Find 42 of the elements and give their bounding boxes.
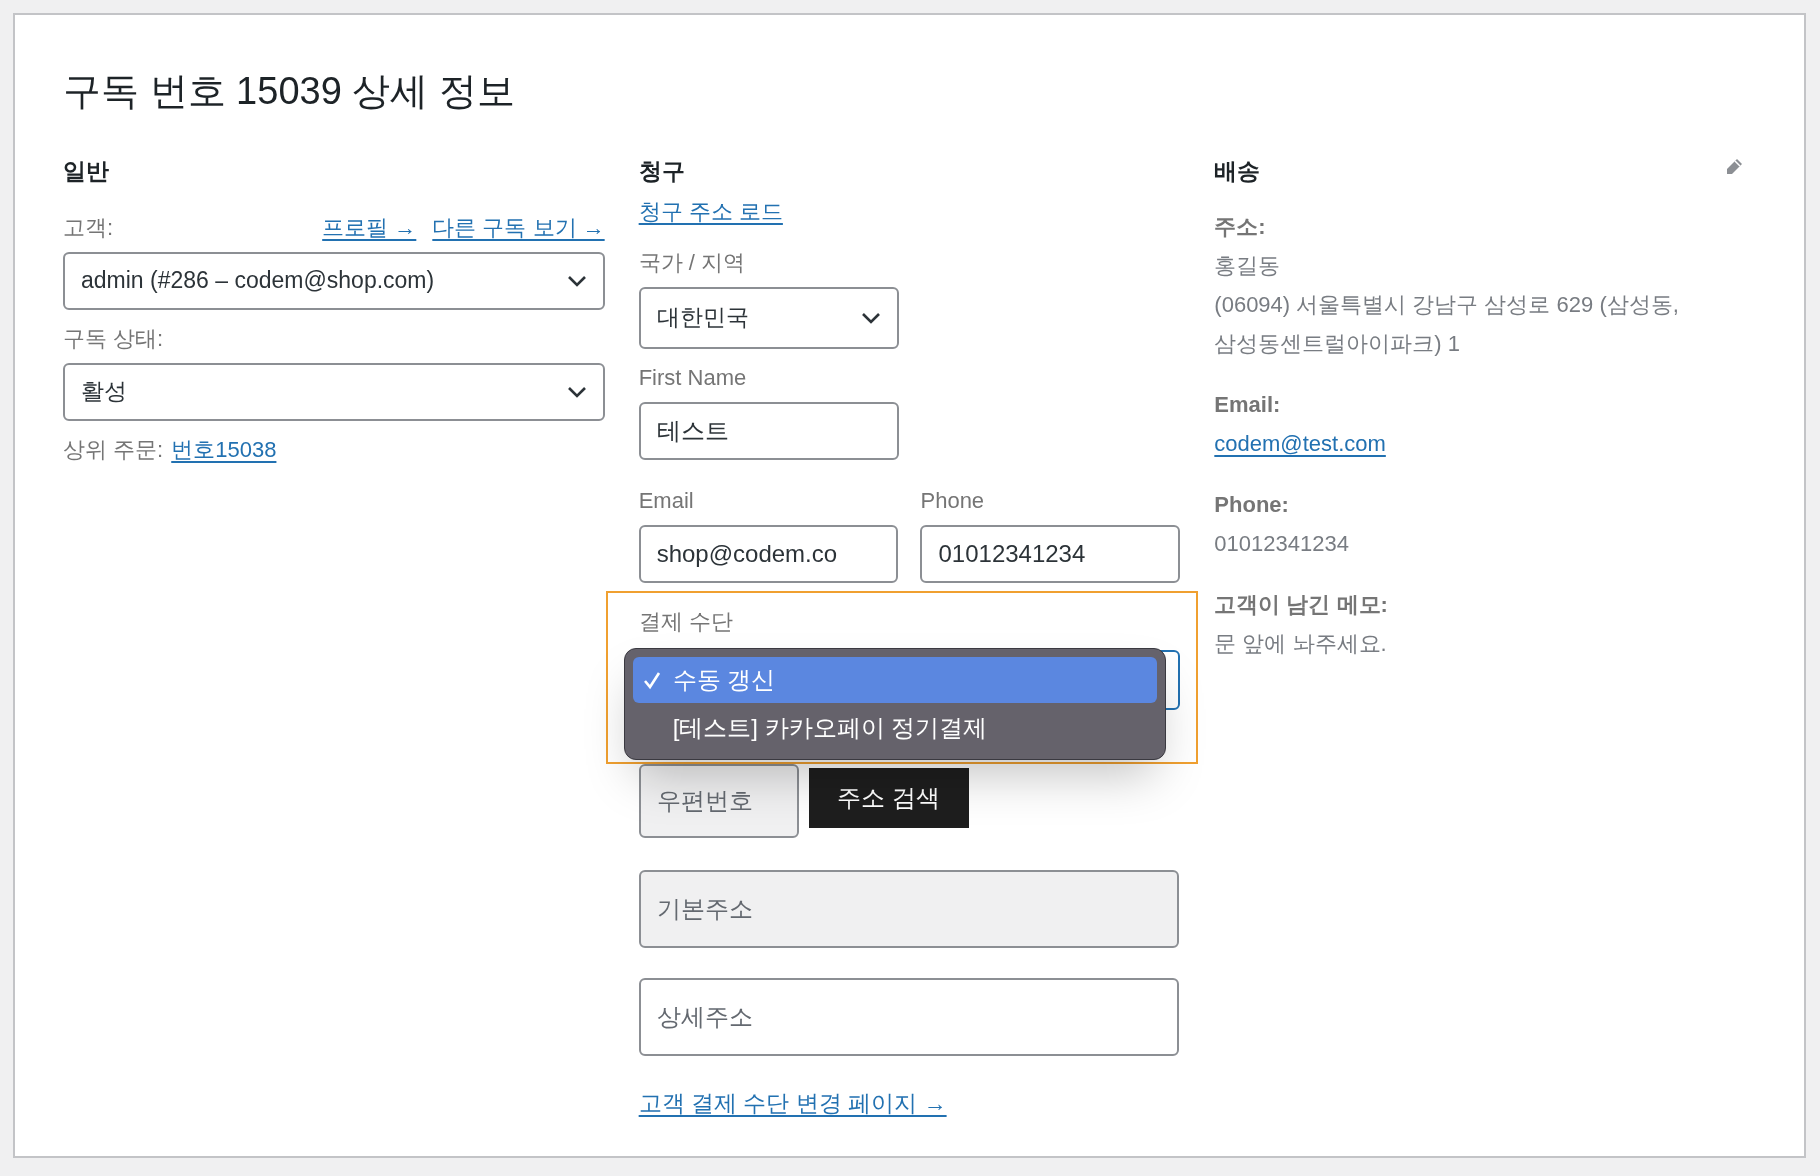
menu-option[interactable]: 수동 갱신 [632, 656, 1157, 703]
field-label: 주소: [1214, 212, 1267, 241]
first-name-field[interactable]: 테스트 [638, 401, 899, 460]
field-label: 상위 주문: [63, 435, 164, 464]
field-value: 01012341234 [1214, 529, 1350, 558]
order-link[interactable]: 번호15038 [171, 432, 277, 466]
section-heading: 배송 [1214, 157, 1261, 186]
link[interactable]: 프로필 → [322, 210, 417, 244]
email-field[interactable]: shop@codem.co [638, 524, 899, 583]
page-title: 구독 번호 15039 상세 정보 [63, 69, 516, 114]
address-detail-field[interactable]: 상세주소 [638, 977, 1179, 1056]
postcode-field[interactable]: 우편번호 [638, 763, 799, 838]
field-label: 고객: [63, 213, 114, 242]
field-label: First Name [638, 363, 748, 392]
field-value: 문 앞에 놔주세요. [1214, 629, 1388, 658]
section-heading: 청구 [638, 157, 686, 186]
status-select[interactable]: 활성 [63, 362, 605, 421]
phone-field[interactable]: 01012341234 [920, 524, 1181, 583]
link[interactable]: 다른 구독 보기 → [432, 210, 605, 244]
field-label: 국가 / 지역 [638, 248, 746, 277]
field-label: Email: [1214, 390, 1282, 419]
field-label: Phone [920, 486, 986, 515]
field-label: Phone: [1214, 490, 1290, 519]
email-link[interactable]: codem@test.com [1214, 423, 1386, 463]
field-value: (06094) 서울특별시 강남구 삼성로 629 (삼성동, [1214, 290, 1680, 319]
customer-select[interactable]: admin (#286 – codem@shop.com) [63, 251, 605, 310]
chevron-down-icon [566, 385, 587, 398]
chevron-down-icon [566, 274, 587, 287]
field-value: 삼성동센트럴아이파크) 1 [1214, 329, 1461, 358]
field-value: 홍길동 [1214, 251, 1282, 280]
field-label: Email [638, 486, 695, 515]
country-select[interactable]: 대한민국 [638, 286, 899, 349]
payment-change-link[interactable]: 고객 결제 수단 변경 페이지 → [638, 1085, 947, 1120]
field-label: 고객이 남긴 메모: [1214, 590, 1389, 619]
chevron-down-icon [860, 311, 881, 324]
field-label: 구독 상태: [63, 324, 165, 353]
section-heading: 일반 [63, 157, 110, 186]
field-label: 결제 수단 [638, 607, 734, 636]
address-field[interactable]: 기본주소 [638, 869, 1179, 948]
address-search-button[interactable]: 주소 검색 [808, 767, 969, 828]
load-address-link[interactable]: 청구 주소 로드 [638, 194, 783, 228]
menu-option[interactable]: [테스트] 카카오페이 정기결제 [632, 704, 1157, 751]
